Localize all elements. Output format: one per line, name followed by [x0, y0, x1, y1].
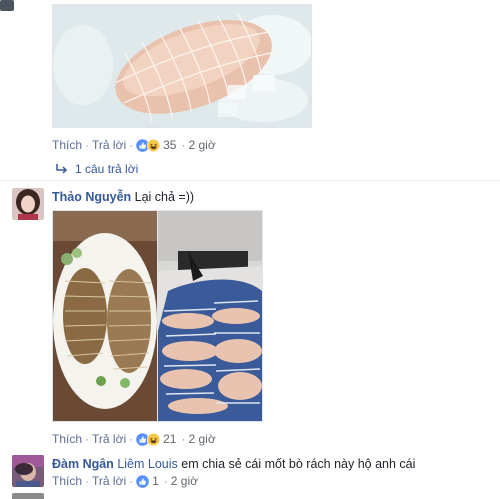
divider [0, 180, 500, 181]
avatar[interactable] [12, 188, 44, 220]
reaction-count[interactable]: 21 [163, 432, 176, 446]
reactions[interactable] [136, 432, 161, 446]
timestamp[interactable]: 2 giờ [188, 432, 215, 446]
timestamp[interactable]: 2 giờ [171, 474, 198, 488]
reply-link[interactable]: Trả lời [92, 138, 126, 152]
meat-ice-photo [53, 5, 311, 127]
comment-body: Lại chả =)) [134, 190, 195, 204]
like-reaction-icon [136, 474, 149, 488]
haha-reaction-icon [147, 138, 161, 152]
comment-actions: Thích · Trả lời · 35 · 2 giờ [52, 138, 216, 152]
reply-link[interactable]: Trả lời [92, 474, 126, 488]
mentioned-user[interactable]: Liêm Louis [117, 457, 177, 471]
like-link[interactable]: Thích [52, 138, 82, 152]
author-name[interactable]: Đàm Ngân [52, 457, 114, 471]
reaction-count[interactable]: 1 [152, 474, 159, 488]
comment-actions: Thích · Trả lời · 1 · 2 giờ [52, 474, 199, 488]
ripped-jeans-photo [158, 211, 262, 421]
comment-actions: Thích · Trả lời · 21 · 2 giờ [52, 432, 216, 446]
replies-count-label: 1 câu trả lời [75, 162, 139, 176]
reaction-count[interactable]: 35 [163, 138, 176, 152]
view-replies-link[interactable]: 1 câu trả lời [55, 162, 138, 176]
comment-photo[interactable] [52, 210, 158, 422]
reply-link[interactable]: Trả lời [92, 432, 126, 446]
reactions[interactable] [136, 138, 161, 152]
reactions[interactable] [136, 474, 149, 488]
avatar[interactable] [12, 493, 44, 499]
timestamp[interactable]: 2 giờ [188, 138, 215, 152]
author-name[interactable]: Thảo Nguyễn [52, 190, 131, 204]
avatar[interactable] [12, 455, 44, 487]
comment-text: Thảo Nguyễn Lại chả =)) [52, 190, 194, 204]
comment-body: em chia sẻ cái mốt bò rách này hộ anh cá… [181, 457, 416, 471]
reply-arrow-icon [56, 164, 68, 174]
haha-reaction-icon [147, 432, 161, 446]
like-link[interactable]: Thích [52, 474, 82, 488]
like-link[interactable]: Thích [52, 432, 82, 446]
comment-photo[interactable] [157, 210, 263, 422]
meat-plate-photo [53, 211, 157, 421]
comment-text: Đàm Ngân Liêm Louis em chia sẻ cái mốt b… [52, 457, 415, 471]
avatar[interactable] [0, 0, 14, 11]
comment-photo[interactable] [52, 4, 312, 128]
